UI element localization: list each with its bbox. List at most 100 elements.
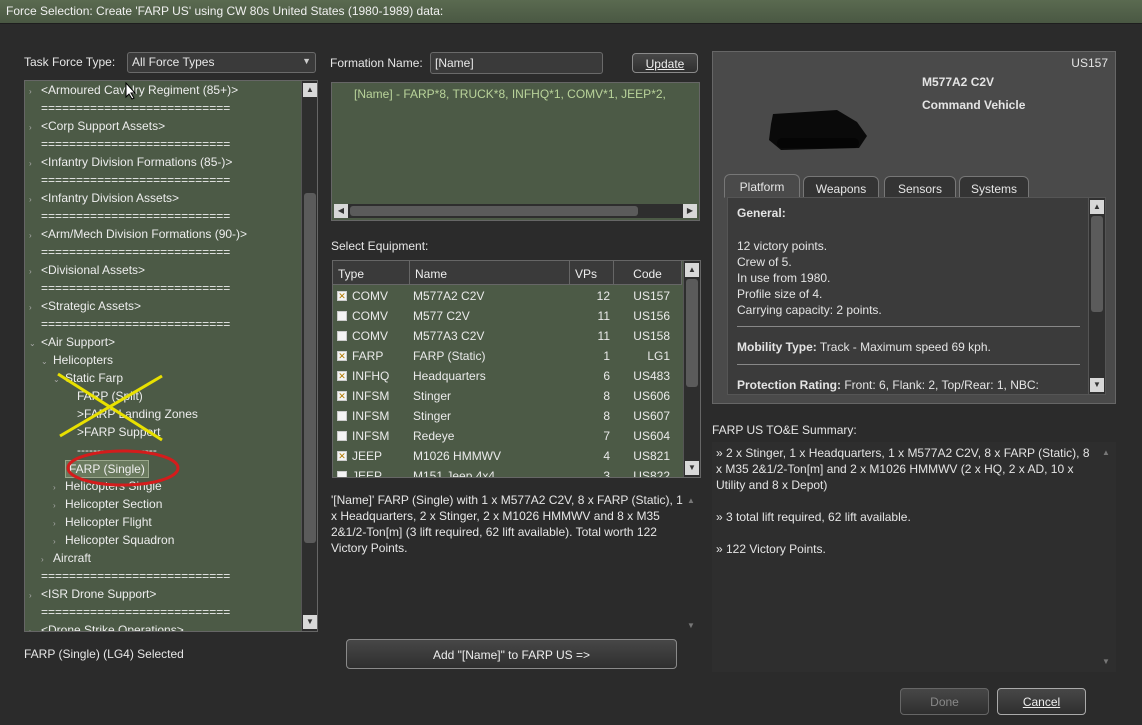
equipment-code[interactable]: US158 [614,329,670,349]
details-scrollbar[interactable]: ▲ ▼ [1088,198,1105,394]
tree-item[interactable]: Helicopter Squadron [65,533,174,551]
equipment-type[interactable]: COMV [352,289,388,309]
tree-item[interactable]: <Infantry Division Formations (85-)> [41,155,232,173]
equipment-scroll-thumb[interactable] [686,279,698,387]
equipment-vps[interactable]: 1 [570,349,610,369]
formation-hscroll-thumb[interactable] [350,206,638,216]
details-scroll-thumb[interactable] [1091,216,1103,312]
equipment-table[interactable]: Type Name VPs Code ✕ COMV M577A2 C2V 12 US15… [332,260,701,478]
tree-item[interactable]: <ISR Drone Support> [41,587,156,605]
tree-item[interactable]: Helicopter Flight [65,515,152,533]
add-to-force-button[interactable]: Add "[Name]" to FARP US => [346,639,677,669]
equipment-vps[interactable]: 11 [570,329,610,349]
equipment-name[interactable]: Headquarters [413,369,486,389]
tree-expander-icon[interactable]: › [29,87,39,105]
scroll-down-icon[interactable]: ▼ [687,621,695,630]
col-vps-header[interactable]: VPs [570,261,614,285]
col-code-header[interactable]: Code [614,261,682,285]
equipment-checkbox[interactable] [337,331,347,341]
scroll-down-icon[interactable]: ▼ [1102,657,1110,666]
tree-item[interactable]: <Corp Support Assets> [41,119,165,137]
tree-item[interactable]: <Divisional Assets> [41,263,145,281]
equipment-checkbox[interactable] [337,411,347,421]
tab-platform[interactable]: Platform [724,174,800,198]
equipment-type[interactable]: FARP [352,349,383,369]
tree-scroll-thumb[interactable] [304,193,316,543]
tree-item[interactable]: Aircraft [53,551,91,569]
equipment-code[interactable]: US483 [614,369,670,389]
task-force-select[interactable]: All Force Types ▼ [127,52,316,73]
done-button[interactable]: Done [900,688,989,715]
tree-expander-icon[interactable]: › [29,123,39,141]
equipment-name[interactable]: M1026 HMMWV [413,449,501,469]
equipment-code[interactable]: LG1 [614,349,670,369]
equipment-name[interactable]: M577A2 C2V [413,289,484,309]
tree-expander-icon[interactable]: › [53,501,63,519]
formation-name-input[interactable]: [Name] [430,52,603,74]
tree-expander-icon[interactable]: › [29,195,39,213]
tree-item[interactable]: <Air Support> [41,335,115,353]
equipment-type[interactable]: COMV [352,309,388,329]
formation-tree[interactable]: › <Armoured Cavalry Regiment (85+)> ======… [24,80,318,632]
equipment-code[interactable]: US604 [614,429,670,449]
equipment-checkbox[interactable]: ✕ [337,291,347,301]
equipment-scrollbar[interactable]: ▲ ▼ [683,261,700,477]
tree-expander-icon[interactable]: › [29,159,39,177]
equipment-checkbox[interactable]: ✕ [337,351,347,361]
equipment-name[interactable]: M577A3 C2V [413,329,484,349]
equipment-code[interactable]: US606 [614,389,670,409]
col-type-header[interactable]: Type [333,261,410,285]
cancel-button[interactable]: Cancel [997,688,1086,715]
tree-item[interactable]: <Armoured Cavalry Regiment (85+)> [41,83,238,101]
equipment-vps[interactable]: 12 [570,289,610,309]
equipment-name[interactable]: FARP (Static) [413,349,485,369]
formation-hscrollbar[interactable]: ◀ ▶ [334,204,697,218]
scroll-down-icon[interactable]: ▼ [303,615,317,629]
equipment-vps[interactable]: 3 [570,469,610,477]
tree-expander-icon[interactable]: › [29,303,39,321]
scroll-right-icon[interactable]: ▶ [683,204,697,218]
equipment-vps[interactable]: 8 [570,389,610,409]
equipment-vps[interactable]: 11 [570,309,610,329]
equipment-checkbox[interactable]: ✕ [337,371,347,381]
scroll-up-icon[interactable]: ▲ [1102,448,1110,457]
equipment-code[interactable]: US607 [614,409,670,429]
scroll-up-icon[interactable]: ▲ [685,263,699,277]
equipment-name[interactable]: Redeye [413,429,454,449]
equipment-type[interactable]: INFSM [352,409,389,429]
equipment-checkbox[interactable]: ✕ [337,451,347,461]
equipment-checkbox[interactable]: ✕ [337,391,347,401]
tree-expander-icon[interactable]: › [29,627,39,631]
equipment-name[interactable]: M577 C2V [413,309,470,329]
equipment-vps[interactable]: 7 [570,429,610,449]
tree-expander-icon[interactable]: › [29,267,39,285]
equipment-vps[interactable]: 8 [570,409,610,429]
equipment-checkbox[interactable] [337,431,347,441]
equipment-code[interactable]: US821 [614,449,670,469]
equipment-type[interactable]: INFSM [352,429,389,449]
equipment-type[interactable]: JEEP [352,449,382,469]
tree-expander-icon[interactable]: › [53,519,63,537]
equipment-name[interactable]: M151 Jeep 4x4 [413,469,495,477]
update-button[interactable]: Update [632,53,698,73]
scroll-up-icon[interactable]: ▲ [687,496,695,505]
tree-item[interactable]: <Arm/Mech Division Formations (90-)> [41,227,247,245]
scroll-down-icon[interactable]: ▼ [685,461,699,475]
equipment-code[interactable]: US157 [614,289,670,309]
equipment-code[interactable]: US156 [614,309,670,329]
scroll-up-icon[interactable]: ▲ [303,83,317,97]
equipment-type[interactable]: JEEP [352,469,382,477]
formation-entry[interactable]: [Name] - FARP*8, TRUCK*8, INFHQ*1, COMV*… [354,87,666,101]
equipment-code[interactable]: US822 [614,469,670,477]
tree-item[interactable]: <Drone Strike Operations> [41,623,184,631]
formation-list[interactable]: [Name] - FARP*8, TRUCK*8, INFHQ*1, COMV*… [331,82,700,221]
scroll-down-icon[interactable]: ▼ [1090,378,1104,392]
description-scrollbar[interactable]: ▲ ▼ [684,492,700,632]
equipment-type[interactable]: INFSM [352,389,389,409]
tree-expander-icon[interactable]: ⌄ [29,339,39,357]
equipment-checkbox[interactable] [337,471,347,477]
tree-expander-icon[interactable]: › [29,231,39,249]
tree-expander-icon[interactable]: › [29,591,39,609]
equipment-type[interactable]: COMV [352,329,388,349]
equipment-checkbox[interactable] [337,311,347,321]
